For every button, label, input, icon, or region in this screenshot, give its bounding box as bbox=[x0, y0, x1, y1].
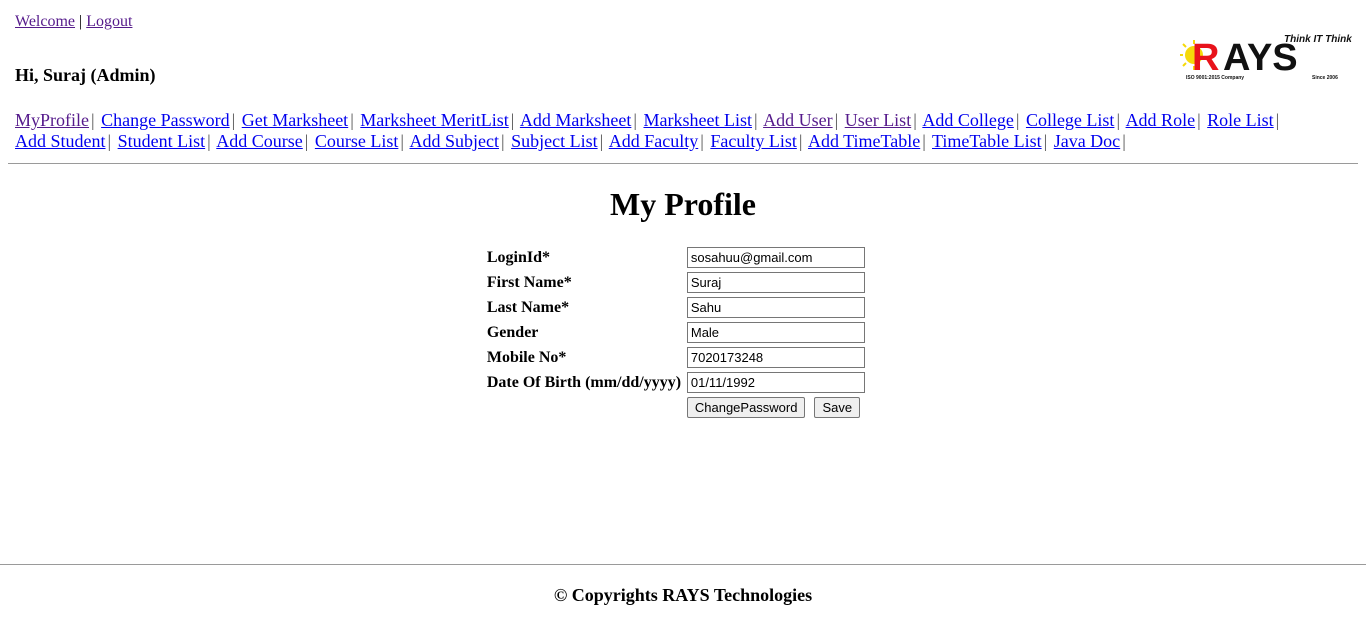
dob-field[interactable] bbox=[686, 372, 865, 393]
nav-link-add-course[interactable]: Add Course bbox=[216, 131, 303, 151]
first-name-field[interactable] bbox=[686, 272, 865, 293]
nav-separator: | bbox=[913, 110, 917, 130]
last-name-label: Last Name* bbox=[486, 298, 570, 316]
nav-link-college-list[interactable]: College List bbox=[1026, 110, 1115, 130]
nav-separator: | bbox=[1116, 110, 1121, 130]
nav-separator: | bbox=[753, 110, 758, 130]
nav-link-java-doc[interactable]: Java Doc bbox=[1054, 131, 1120, 151]
footer-copyright: © Copyrights RAYS Technologies bbox=[553, 585, 813, 605]
form-row-first-name: First Name* bbox=[485, 270, 871, 295]
rays-logo: Think IT Think Us R AYS ISO 9001:2015 Co… bbox=[1180, 34, 1352, 81]
nav-link-marksheet-meritlist[interactable]: Marksheet MeritList bbox=[360, 110, 508, 130]
nav-separator: | bbox=[798, 131, 803, 151]
nav-separator: | bbox=[107, 131, 112, 151]
profile-form: LoginId* First Name* Last Name* Gender M… bbox=[485, 245, 871, 420]
nav-separator: | bbox=[91, 110, 95, 130]
nav-separator: | bbox=[1122, 131, 1126, 151]
main-navigation: MyProfile | Change Password | Get Markshee… bbox=[0, 110, 1330, 152]
nav-separator: | bbox=[922, 131, 926, 151]
logo-iso: ISO 9001:2015 Company bbox=[1186, 75, 1244, 81]
save-button[interactable]: Save bbox=[814, 397, 861, 418]
logo-letters-ays: AYS bbox=[1223, 37, 1298, 79]
logo-since: Since 2006 bbox=[1312, 75, 1338, 81]
page-title: My Profile bbox=[609, 186, 756, 222]
nav-separator: | bbox=[231, 110, 236, 130]
nav-separator: | bbox=[501, 131, 505, 151]
first-name-label: First Name* bbox=[486, 273, 572, 291]
nav-link-add-faculty[interactable]: Add Faculty bbox=[609, 131, 699, 151]
nav-separator: | bbox=[510, 110, 515, 130]
gender-label: Gender bbox=[486, 323, 539, 341]
nav-link-timetable-list[interactable]: TimeTable List bbox=[932, 131, 1042, 151]
nav-link-change-password[interactable]: Change Password bbox=[101, 110, 230, 130]
nav-link-get-marksheet[interactable]: Get Marksheet bbox=[242, 110, 348, 130]
form-row-dob: Date Of Birth (mm/dd/yyyy) bbox=[485, 370, 871, 395]
nav-link-add-user[interactable]: Add User bbox=[763, 110, 833, 130]
welcome-link[interactable]: Welcome bbox=[15, 13, 75, 30]
nav-link-myprofile[interactable]: MyProfile bbox=[15, 110, 89, 130]
nav-link-add-marksheet[interactable]: Add Marksheet bbox=[520, 110, 631, 130]
nav-separator: | bbox=[834, 110, 839, 130]
login-id-field[interactable] bbox=[686, 247, 865, 268]
nav-separator: | bbox=[1275, 110, 1280, 130]
top-links: Welcome | Logout bbox=[15, 12, 1351, 32]
form-row-buttons: ChangePassword Save bbox=[485, 395, 871, 420]
mobile-field[interactable] bbox=[686, 347, 865, 368]
footer-divider bbox=[0, 564, 1366, 565]
form-row-mobile: Mobile No* bbox=[485, 345, 871, 370]
nav-separator: | bbox=[400, 131, 404, 151]
nav-link-add-role[interactable]: Add Role bbox=[1126, 110, 1196, 130]
header-divider bbox=[8, 163, 1358, 164]
nav-separator: | bbox=[207, 131, 211, 151]
nav-separator: | bbox=[633, 110, 637, 130]
dob-label: Date Of Birth (mm/dd/yyyy) bbox=[486, 373, 682, 391]
nav-separator: | bbox=[304, 131, 309, 151]
nav-link-course-list[interactable]: Course List bbox=[315, 131, 399, 151]
nav-link-add-college[interactable]: Add College bbox=[922, 110, 1014, 130]
nav-link-faculty-list[interactable]: Faculty List bbox=[710, 131, 797, 151]
gender-field[interactable] bbox=[686, 322, 865, 343]
nav-link-marksheet-list[interactable]: Marksheet List bbox=[643, 110, 751, 130]
user-greeting: Hi, Suraj (Admin) bbox=[15, 65, 156, 85]
nav-separator: | bbox=[1043, 131, 1048, 151]
nav-separator: | bbox=[1015, 110, 1020, 130]
nav-separator: | bbox=[700, 131, 704, 151]
mobile-label: Mobile No* bbox=[486, 348, 567, 366]
nav-link-role-list[interactable]: Role List bbox=[1207, 110, 1274, 130]
login-id-label: LoginId* bbox=[486, 248, 550, 266]
nav-separator: | bbox=[1197, 110, 1201, 130]
nav-link-student-list[interactable]: Student List bbox=[118, 131, 206, 151]
nav-link-subject-list[interactable]: Subject List bbox=[511, 131, 598, 151]
nav-separator: | bbox=[350, 110, 354, 130]
form-row-login-id: LoginId* bbox=[485, 245, 871, 270]
form-row-last-name: Last Name* bbox=[485, 295, 871, 320]
logout-link[interactable]: Logout bbox=[86, 13, 132, 30]
nav-link-user-list[interactable]: User List bbox=[845, 110, 912, 130]
nav-link-add-student[interactable]: Add Student bbox=[15, 131, 106, 151]
change-password-button[interactable]: ChangePassword bbox=[686, 397, 806, 418]
nav-link-add-subject[interactable]: Add Subject bbox=[410, 131, 500, 151]
top-links-separator: | bbox=[79, 13, 83, 30]
logo-letter-r: R bbox=[1192, 37, 1219, 79]
page-header: Welcome | Logout Hi, Suraj (Admin) Think… bbox=[0, 0, 1366, 110]
nav-separator: | bbox=[599, 131, 604, 151]
last-name-field[interactable] bbox=[686, 297, 865, 318]
nav-link-add-timetable[interactable]: Add TimeTable bbox=[808, 131, 920, 151]
form-row-gender: Gender bbox=[485, 320, 871, 345]
